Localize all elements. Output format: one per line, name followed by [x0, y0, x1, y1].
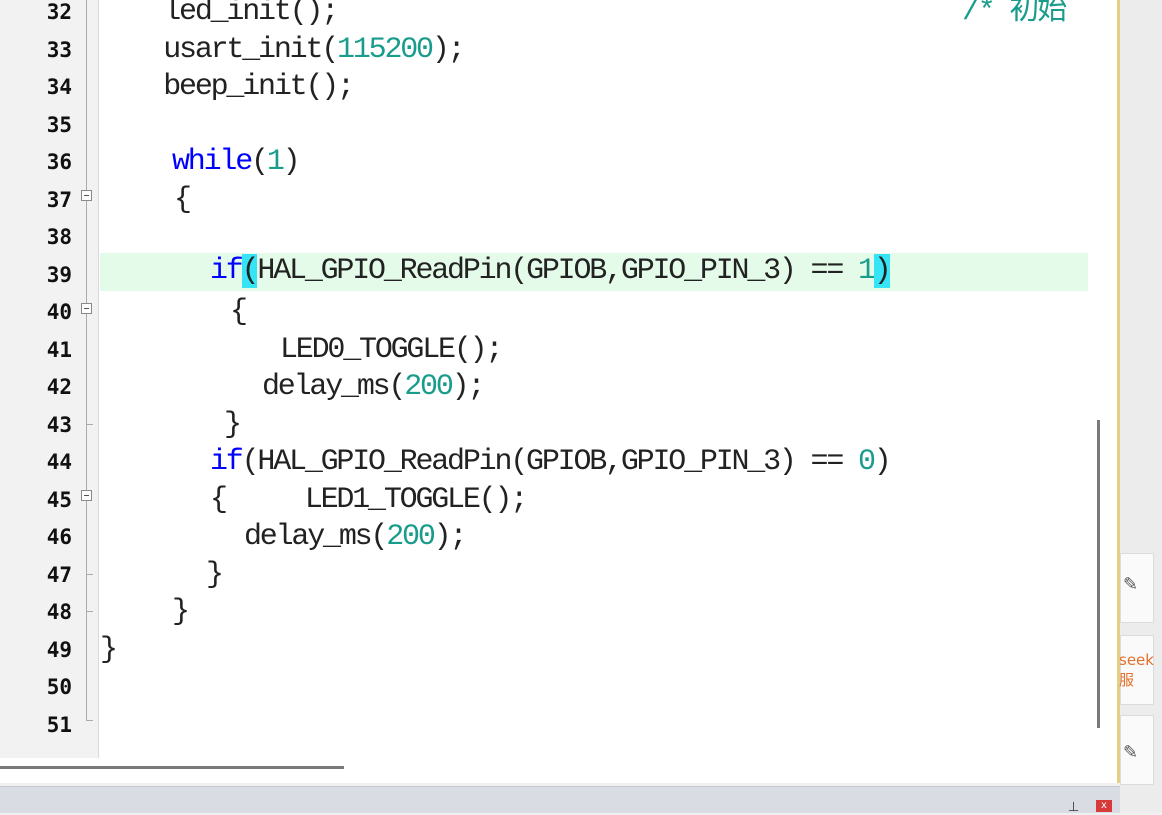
line-number-gutter: 32 33 34 35 36 37 38 39 40 41 42 43 44 4… [0, 0, 99, 758]
line-number: 46 [46, 525, 72, 549]
line-number: 38 [46, 225, 72, 249]
line-number: 50 [46, 675, 72, 699]
line-number: 45 [46, 487, 72, 512]
code-line-45: { LED1_TOGGLE(); [210, 482, 528, 517]
code-line-37: { [174, 182, 192, 217]
line-number: 42 [46, 375, 72, 399]
fold-toggle-icon[interactable] [81, 490, 92, 501]
line-number: 43 [46, 412, 72, 437]
bracket-match-highlight: ( [241, 254, 260, 288]
code-line-33: usart_init(115200); [100, 32, 465, 67]
fold-end-mark [86, 720, 93, 721]
side-tool-button[interactable]: ✎ [1120, 715, 1154, 785]
edit-icon: ✎ [1123, 742, 1139, 763]
bracket-match-highlight: ) [873, 254, 892, 288]
line-number: 48 [46, 600, 72, 624]
line-number: 40 [46, 300, 72, 324]
side-ai-label: seek 服 [1119, 651, 1154, 689]
code-line-42: delay_ms(200); [262, 370, 485, 404]
line-number: 41 [46, 337, 72, 362]
line-number: 39 [46, 262, 72, 287]
fold-end-mark [86, 574, 93, 575]
line-number: 32 [46, 0, 72, 24]
code-area[interactable]: led_init();/* 初始 usart_init(115200); bee… [100, 0, 1088, 758]
code-line-43: } [224, 407, 242, 442]
vertical-scrollbar[interactable] [1097, 420, 1100, 728]
line-number: 36 [46, 150, 72, 174]
fold-toggle-icon[interactable] [81, 190, 92, 201]
code-line-44: if(HAL_GPIO_ReadPin(GPIOB,GPIO_PIN_3) ==… [210, 445, 892, 479]
close-icon[interactable]: x [1096, 800, 1112, 812]
side-tool-button[interactable]: ✎ [1120, 553, 1154, 623]
fold-line [86, 0, 87, 190]
code-editor[interactable]: 32 33 34 35 36 37 38 39 40 41 42 43 44 4… [0, 0, 1120, 783]
bottom-panel-header [0, 786, 1120, 813]
line-number: 51 [46, 712, 72, 737]
code-line-40: { [230, 295, 248, 329]
fold-end-mark [86, 424, 93, 425]
line-number: 37 [46, 187, 72, 212]
code-line-46: delay_ms(200); [244, 520, 467, 554]
code-line-32: led_init();/* 初始 [100, 0, 1067, 29]
line-number: 44 [46, 450, 72, 474]
fold-toggle-icon[interactable] [81, 303, 92, 314]
line-number: 34 [46, 75, 72, 99]
pin-icon[interactable]: ⊥ [1068, 800, 1079, 815]
edit-icon: ✎ [1123, 574, 1139, 595]
fold-line [86, 314, 87, 490]
code-line-39-current: if(HAL_GPIO_ReadPin(GPIOB,GPIO_PIN_3) ==… [100, 253, 1088, 291]
code-line-49: } [100, 632, 118, 667]
fold-line [86, 201, 87, 303]
code-line-41: LED0_TOGGLE(); [280, 332, 503, 367]
horizontal-scrollbar[interactable] [0, 766, 344, 769]
code-line-48: } [172, 595, 190, 629]
line-number: 33 [46, 37, 72, 62]
code-line-36: while(1) [172, 145, 301, 179]
code-line-34: beep_init(); [100, 70, 355, 104]
line-number: 35 [46, 112, 72, 137]
line-number: 47 [46, 562, 72, 587]
line-number: 49 [46, 637, 72, 662]
code-line-47: } [206, 557, 224, 592]
fold-end-mark [86, 611, 93, 612]
